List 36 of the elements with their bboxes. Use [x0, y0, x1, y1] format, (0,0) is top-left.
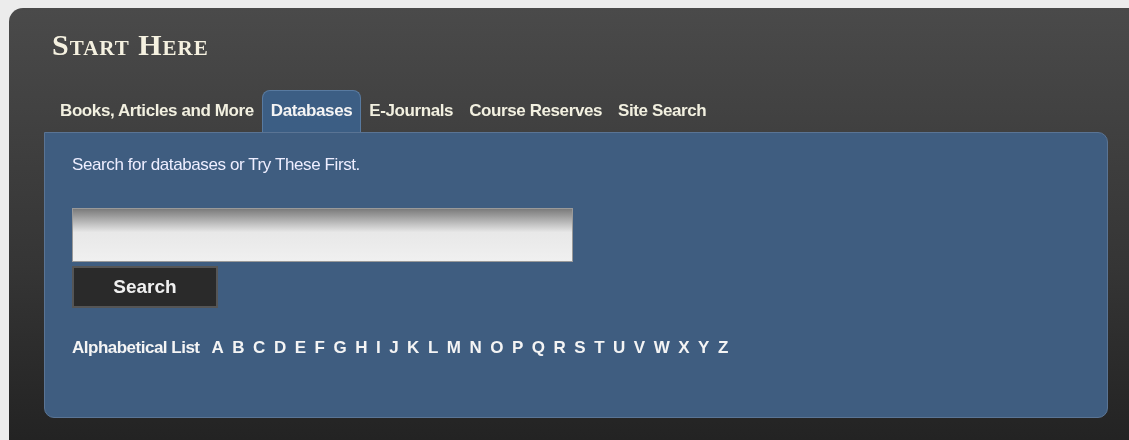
alphabetical-list-label: Alphabetical List	[72, 338, 200, 358]
letter-link[interactable]: U	[613, 338, 625, 358]
letter-link[interactable]: J	[389, 338, 399, 358]
tab[interactable]: Course Reserves	[461, 95, 611, 132]
letter-link[interactable]: L	[427, 338, 438, 358]
letter-link[interactable]: N	[469, 338, 482, 358]
section-title: Start Here	[52, 28, 210, 62]
letter-link[interactable]: S	[574, 338, 586, 358]
letter-link[interactable]: I	[375, 338, 381, 358]
letter-link[interactable]: X	[678, 338, 690, 358]
letter-link[interactable]: C	[253, 338, 265, 358]
letter-link[interactable]: O	[490, 338, 503, 358]
letter-link[interactable]: A	[211, 338, 224, 358]
tab[interactable]: Databases	[261, 90, 362, 132]
search-button[interactable]: Search	[72, 266, 218, 308]
letter-link[interactable]: M	[446, 338, 461, 358]
letter-link[interactable]: H	[355, 338, 367, 358]
letter-link[interactable]: K	[407, 338, 419, 358]
letter-link[interactable]: D	[273, 338, 286, 358]
letter-link[interactable]: V	[633, 338, 645, 358]
letter-link[interactable]: Q	[531, 338, 545, 358]
letter-link[interactable]: Z	[717, 338, 728, 358]
letter-link[interactable]: G	[333, 338, 347, 358]
search-field[interactable]	[72, 208, 573, 262]
letter-link[interactable]: F	[314, 338, 325, 358]
letter-link[interactable]: P	[511, 338, 523, 358]
letter-link[interactable]: E	[294, 338, 306, 358]
letter-link[interactable]: B	[232, 338, 245, 358]
letter-link[interactable]: W	[653, 338, 670, 358]
letter-link[interactable]: Y	[698, 338, 709, 358]
tab[interactable]: E-Journals	[361, 95, 462, 132]
letter-link[interactable]: R	[553, 338, 566, 358]
tab[interactable]: Books, Articles and More	[52, 95, 262, 132]
intro-text: Search for databases or Try These First.	[72, 155, 361, 175]
letter-link[interactable]: T	[594, 338, 605, 358]
tab[interactable]: Site Search	[610, 95, 715, 132]
